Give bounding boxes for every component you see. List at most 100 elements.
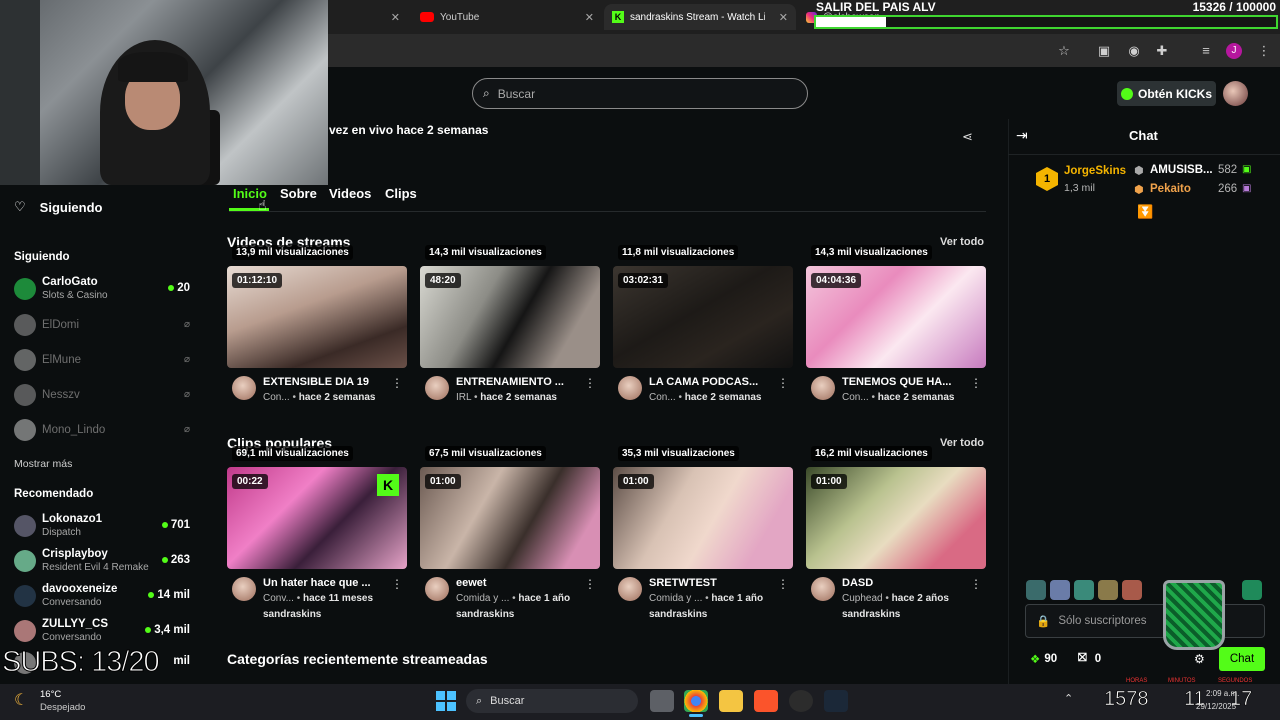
emote-icon[interactable] bbox=[1050, 580, 1070, 600]
gift-subs-button[interactable]: ⛝ 0 bbox=[1078, 652, 1101, 665]
get-kicks-button[interactable]: Obtén KICKs bbox=[1117, 81, 1216, 106]
avatar bbox=[14, 384, 36, 406]
more-options-icon[interactable]: ⋮ bbox=[777, 376, 789, 390]
tab-clips[interactable]: Clips bbox=[385, 186, 417, 201]
profile-avatar[interactable]: J bbox=[1226, 43, 1242, 59]
duration-badge: 01:00 bbox=[618, 474, 654, 489]
obs-icon[interactable] bbox=[789, 690, 813, 712]
gift-icon: ▣ bbox=[1242, 183, 1252, 194]
clip-title: DASD bbox=[842, 577, 874, 589]
browser-tab-youtube[interactable]: YouTube ✕ bbox=[412, 4, 602, 30]
extension-blue-icon[interactable]: ◉ bbox=[1126, 43, 1142, 59]
following-nav-item[interactable]: ♡ Siguiendo bbox=[14, 199, 103, 215]
emote-icon[interactable] bbox=[1242, 580, 1262, 600]
timer-label-hours: HORAS bbox=[1126, 678, 1148, 684]
leader-name[interactable]: AMUSISB... bbox=[1150, 164, 1213, 176]
clip-channel[interactable]: sandraskins bbox=[649, 609, 707, 620]
clip-title: Un hater hace que ... bbox=[263, 577, 371, 589]
more-options-icon[interactable]: ⋮ bbox=[970, 376, 982, 390]
star-icon[interactable]: ☆ bbox=[1056, 43, 1072, 59]
views-badge: 67,5 mil visualizaciones bbox=[425, 446, 546, 461]
collapse-chat-icon[interactable]: ⇥ bbox=[1016, 127, 1028, 144]
steam-icon[interactable] bbox=[824, 690, 848, 712]
file-explorer-icon[interactable] bbox=[719, 690, 743, 712]
sidebar-item-nesszv[interactable]: Nesszv ⌀ bbox=[14, 380, 194, 410]
clips-see-all-link[interactable]: Ver todo bbox=[940, 437, 984, 449]
video-meta: Con... • hace 2 semanas bbox=[649, 392, 762, 403]
windows-start-icon[interactable] bbox=[436, 691, 456, 711]
views-badge: 14,3 mil visualizaciones bbox=[811, 245, 932, 260]
expand-leaderboard-icon[interactable]: ⏬ bbox=[1137, 204, 1153, 220]
more-options-icon[interactable]: ⋮ bbox=[391, 376, 403, 390]
emote-icon[interactable] bbox=[1026, 580, 1046, 600]
clip-channel[interactable]: sandraskins bbox=[456, 609, 514, 620]
viewer-count: 3,4 mil bbox=[145, 624, 190, 636]
close-tab-icon[interactable]: ✕ bbox=[779, 11, 788, 24]
tab-videos[interactable]: Videos bbox=[329, 186, 371, 201]
chat-settings-icon[interactable]: ⚙ bbox=[1194, 652, 1205, 666]
cast-icon[interactable]: ▣ bbox=[1096, 43, 1112, 59]
browser-tab-kick[interactable]: K sandraskins Stream - Watch Live ✕ bbox=[604, 4, 796, 30]
more-options-icon[interactable]: ⋮ bbox=[391, 577, 403, 591]
goal-progress-fill bbox=[816, 17, 887, 27]
tab-sobre[interactable]: Sobre bbox=[280, 186, 317, 201]
channel-category: Conversando bbox=[42, 632, 102, 643]
goal-progress-text: 15326 / 100000 bbox=[1192, 0, 1276, 14]
tray-chevron-icon[interactable]: ⌃ bbox=[1064, 692, 1073, 705]
gift-box-icon: ⛝ bbox=[1078, 652, 1087, 664]
top-gifter-name[interactable]: JorgeSkins bbox=[1064, 165, 1126, 177]
show-more-link[interactable]: Mostrar más bbox=[14, 458, 72, 470]
brave-icon[interactable] bbox=[754, 690, 778, 712]
close-tab-icon[interactable]: ✕ bbox=[391, 11, 400, 24]
task-view-icon[interactable] bbox=[650, 690, 674, 712]
browser-tab-previous[interactable]: ✕ bbox=[330, 4, 408, 30]
emote-icon[interactable] bbox=[1122, 580, 1142, 600]
clip-channel[interactable]: sandraskins bbox=[842, 609, 900, 620]
sidebar-item-lokonazo1[interactable]: Lokonazo1 Dispatch 701 bbox=[14, 511, 194, 541]
sidebar-item-crisplayboy[interactable]: Crisplayboy Resident Evil 4 Remake 263 bbox=[14, 546, 194, 576]
recommended-heading: Recomendado bbox=[14, 488, 94, 500]
share-icon[interactable]: ⋖ bbox=[962, 129, 973, 145]
sidebar-item-mono-lindo[interactable]: Mono_Lindo ⌀ bbox=[14, 415, 194, 445]
clip-channel[interactable]: sandraskins bbox=[263, 609, 321, 620]
channel-name: CarloGato bbox=[42, 276, 98, 288]
more-options-icon[interactable]: ⋮ bbox=[584, 376, 596, 390]
channel-category: Conversando bbox=[42, 597, 102, 608]
sidebar-item-elmune[interactable]: ElMune ⌀ bbox=[14, 345, 194, 375]
sidebar-item-zullyy-cs[interactable]: ZULLYY_CS Conversando 3,4 mil bbox=[14, 616, 194, 646]
sidebar-item-eldomi[interactable]: ElDomi ⌀ bbox=[14, 310, 194, 340]
clip-meta: Comida y ... • hace 1 año bbox=[649, 593, 764, 604]
leader-name[interactable]: Pekaito bbox=[1150, 183, 1191, 195]
puzzle-icon[interactable]: ✚ bbox=[1154, 43, 1170, 59]
chat-input[interactable]: 🔒 Sólo suscriptores bbox=[1025, 604, 1265, 638]
taskbar-search[interactable]: ⌕ Buscar bbox=[466, 689, 638, 713]
get-kicks-label: Obtén KICKs bbox=[1137, 86, 1212, 101]
live-dot-icon bbox=[161, 557, 168, 563]
menu-dots-icon[interactable]: ⋮ bbox=[1256, 43, 1272, 59]
sidebar-item-davooxeneize[interactable]: davooxeneize Conversando 14 mil bbox=[14, 581, 194, 611]
gift-icon: ▣ bbox=[1242, 164, 1252, 175]
active-app-indicator bbox=[689, 714, 703, 717]
clock-date[interactable]: 29/12/2025 bbox=[1196, 702, 1236, 711]
streams-see-all-link[interactable]: Ver todo bbox=[940, 236, 984, 248]
emote-icon[interactable] bbox=[1074, 580, 1094, 600]
send-chat-button[interactable]: Chat bbox=[1219, 647, 1265, 671]
close-tab-icon[interactable]: ✕ bbox=[585, 11, 594, 24]
more-options-icon[interactable]: ⋮ bbox=[584, 577, 596, 591]
search-input[interactable]: ⌕ Buscar bbox=[472, 78, 808, 109]
sidebar-item-carlogato[interactable]: CarloGato Slots & Casino 20 bbox=[14, 274, 194, 304]
more-options-icon[interactable]: ⋮ bbox=[777, 577, 789, 591]
clip-meta: Comida y ... • hace 1 año bbox=[456, 593, 571, 604]
duration-badge: 48:20 bbox=[425, 273, 461, 288]
emote-icon[interactable] bbox=[1098, 580, 1118, 600]
clock-time[interactable]: 2:09 a.m. bbox=[1206, 689, 1239, 698]
clip-meta: Cuphead • hace 2 años bbox=[842, 593, 949, 604]
video-title: EXTENSIBLE DIA 19 bbox=[263, 376, 369, 388]
weather-temp[interactable]: 16°C bbox=[40, 689, 61, 700]
more-options-icon[interactable]: ⋮ bbox=[970, 577, 982, 591]
user-avatar[interactable] bbox=[1223, 81, 1248, 106]
media-icon[interactable]: ≡ bbox=[1198, 43, 1214, 59]
viewer-count: 701 bbox=[161, 519, 190, 531]
chrome-icon[interactable] bbox=[684, 690, 708, 712]
kicks-balance[interactable]: ❖ 90 bbox=[1030, 652, 1057, 666]
